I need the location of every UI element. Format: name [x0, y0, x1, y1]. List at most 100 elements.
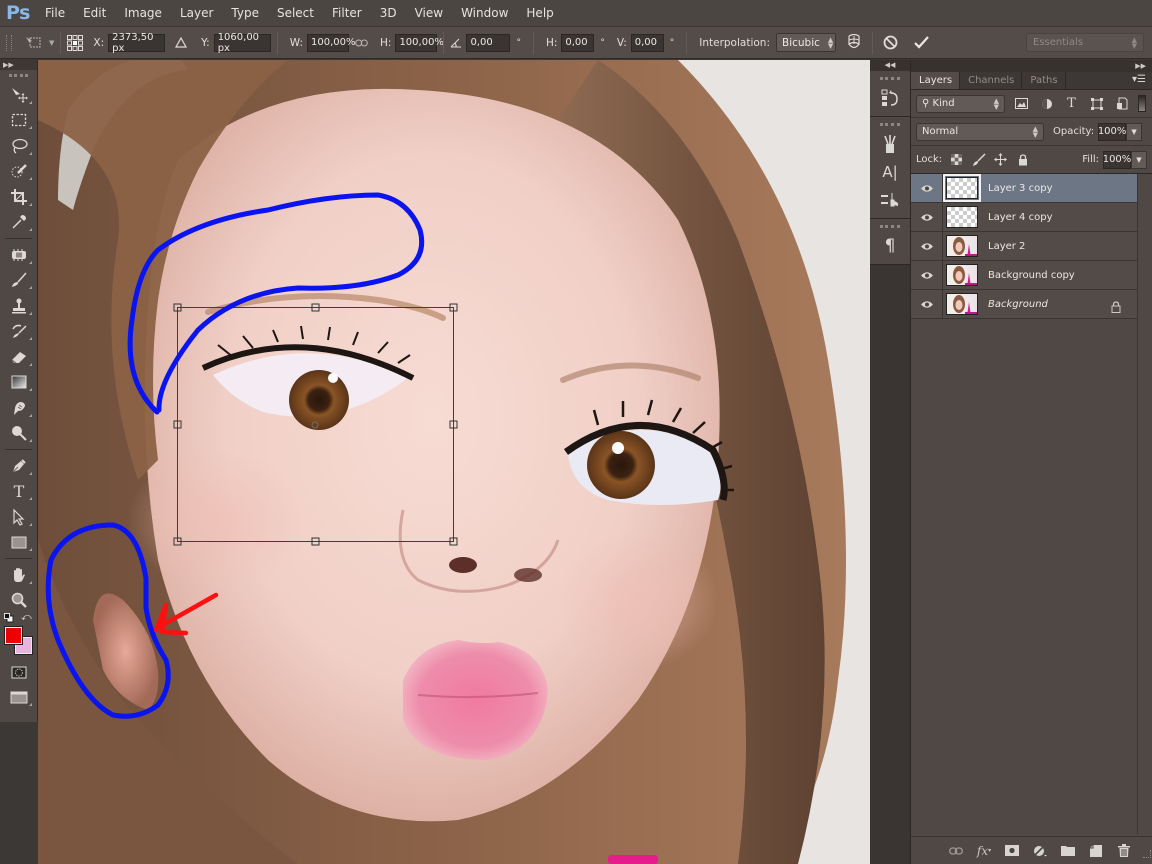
width-scale-field[interactable]: 100,00%	[307, 33, 356, 52]
paragraph-panel-button[interactable]: ¶	[870, 232, 910, 260]
path-selection-tool[interactable]	[0, 504, 38, 530]
filter-adjustment-layers-icon[interactable]	[1038, 95, 1055, 112]
rotate-angle-field[interactable]: 0,00	[466, 33, 511, 52]
menu-image[interactable]: Image	[115, 6, 171, 20]
layer-mask-icon[interactable]	[1003, 844, 1021, 858]
blend-mode-select[interactable]: Normal ▲ ▼	[916, 122, 1044, 141]
filter-shape-layers-icon[interactable]	[1088, 95, 1105, 112]
quick-selection-tool[interactable]	[0, 159, 38, 185]
layers-scrollbar[interactable]	[1137, 174, 1152, 834]
menu-3d[interactable]: 3D	[371, 6, 406, 20]
relative-positioning-toggle[interactable]	[175, 37, 188, 48]
layer-row[interactable]: Layer 3 copy	[911, 173, 1137, 203]
opacity-slider-dropdown[interactable]: ▼	[1126, 122, 1143, 141]
collapse-dock-button[interactable]: ◀◀	[870, 60, 910, 71]
expand-toolbox-button[interactable]: ▶▶	[0, 60, 37, 70]
delete-layer-icon[interactable]	[1115, 844, 1133, 858]
fill-slider-dropdown[interactable]: ▼	[1131, 150, 1147, 169]
toolbox-grip[interactable]	[9, 74, 28, 80]
document-canvas[interactable]	[38, 60, 870, 864]
opacity-field[interactable]: 100%	[1098, 122, 1126, 141]
warp-mode-toggle[interactable]	[846, 33, 862, 52]
pen-tool[interactable]	[0, 453, 38, 479]
visibility-toggle[interactable]	[911, 202, 943, 232]
tab-layers[interactable]: Layers	[911, 72, 961, 89]
visibility-toggle[interactable]	[911, 231, 943, 261]
rectangle-tool[interactable]	[0, 530, 38, 556]
new-layer-icon[interactable]	[1087, 844, 1105, 858]
x-position-field[interactable]: 2373,50 px	[108, 32, 166, 54]
menu-view[interactable]: View	[406, 6, 452, 20]
filter-toggle-switch[interactable]	[1138, 95, 1146, 112]
history-panel-button[interactable]	[870, 84, 910, 112]
interpolation-select[interactable]: Bicubic ▲ ▼	[776, 33, 836, 52]
move-tool[interactable]	[0, 82, 38, 108]
layer-row[interactable]: Layer 4 copy	[911, 202, 1137, 232]
tab-paths[interactable]: Paths	[1022, 72, 1066, 89]
spot-healing-brush-tool[interactable]	[0, 242, 38, 268]
lock-all-icon[interactable]	[1015, 152, 1030, 167]
menu-file[interactable]: File	[36, 6, 74, 20]
layer-name[interactable]: Background	[988, 299, 1048, 310]
menu-type[interactable]: Type	[222, 6, 268, 20]
lasso-tool[interactable]	[0, 133, 38, 159]
fill-field[interactable]: 100%	[1103, 150, 1131, 169]
lock-position-icon[interactable]	[993, 152, 1008, 167]
layer-row[interactable]: Layer 2	[911, 231, 1137, 261]
menu-select[interactable]: Select	[268, 6, 323, 20]
horizontal-skew-field[interactable]: 0,00	[561, 33, 595, 52]
vertical-skew-field[interactable]: 0,00	[630, 33, 664, 52]
dodge-tool[interactable]	[0, 421, 38, 447]
layer-name[interactable]: Layer 3 copy	[988, 183, 1052, 194]
height-scale-field[interactable]: 100,00%	[395, 33, 444, 52]
brush-presets-button[interactable]	[870, 130, 910, 158]
reference-point-locator[interactable]	[67, 34, 84, 51]
lock-image-pixels-icon[interactable]	[971, 152, 986, 167]
hand-tool[interactable]	[0, 562, 38, 588]
visibility-toggle[interactable]	[911, 260, 943, 290]
menu-filter[interactable]: Filter	[323, 6, 371, 20]
character-panel-button[interactable]: A|	[870, 158, 910, 186]
adjustment-layer-icon[interactable]	[1031, 844, 1049, 858]
filter-type-layers-icon[interactable]: T	[1063, 95, 1080, 112]
swap-colors-icon[interactable]: ⤺	[21, 612, 32, 623]
visibility-toggle[interactable]	[911, 289, 943, 319]
link-layers-icon[interactable]	[947, 844, 965, 858]
cancel-transform-button[interactable]	[883, 35, 898, 50]
zoom-tool[interactable]	[0, 588, 38, 614]
history-brush-tool[interactable]	[0, 319, 38, 345]
default-colors-icon[interactable]	[4, 613, 14, 623]
clone-source-panel-button[interactable]	[870, 186, 910, 214]
filter-type-select[interactable]: ⚲ Kind ▲ ▼	[916, 94, 1005, 113]
visibility-toggle[interactable]	[911, 173, 943, 203]
smudge-tool[interactable]	[0, 395, 38, 421]
eyedropper-tool[interactable]	[0, 210, 38, 236]
eraser-tool[interactable]	[0, 344, 38, 370]
menu-window[interactable]: Window	[452, 6, 517, 20]
filter-smart-objects-icon[interactable]	[1113, 95, 1130, 112]
tab-channels[interactable]: Channels	[960, 72, 1023, 89]
quick-mask-mode-button[interactable]	[0, 659, 38, 685]
panel-menu-icon[interactable]: ▾☰	[1132, 72, 1152, 89]
crop-tool[interactable]	[0, 184, 38, 210]
tool-preset-picker[interactable]: ▼	[24, 35, 54, 51]
layer-name[interactable]: Layer 2	[988, 241, 1025, 252]
panel-resize-grip[interactable]	[1143, 850, 1151, 858]
horizontal-type-tool[interactable]: T	[0, 479, 38, 505]
fx-icon[interactable]: fx ▾	[975, 844, 993, 858]
screen-mode-button[interactable]	[0, 685, 38, 711]
menu-help[interactable]: Help	[517, 6, 562, 20]
collapse-to-icons-button[interactable]: ▶▶	[911, 60, 1152, 72]
commit-transform-button[interactable]	[914, 36, 929, 49]
menu-layer[interactable]: Layer	[171, 6, 222, 20]
layer-name[interactable]: Layer 4 copy	[988, 212, 1052, 223]
menu-edit[interactable]: Edit	[74, 6, 115, 20]
gradient-tool[interactable]	[0, 370, 38, 396]
filter-pixel-layers-icon[interactable]	[1013, 95, 1030, 112]
layer-name[interactable]: Background copy	[988, 270, 1075, 281]
brush-tool[interactable]	[0, 268, 38, 294]
dock-grip[interactable]	[880, 77, 900, 81]
y-position-field[interactable]: 1060,00 px	[213, 32, 271, 54]
maintain-aspect-ratio-toggle[interactable]	[355, 39, 368, 47]
layer-row[interactable]: Background	[911, 289, 1137, 319]
